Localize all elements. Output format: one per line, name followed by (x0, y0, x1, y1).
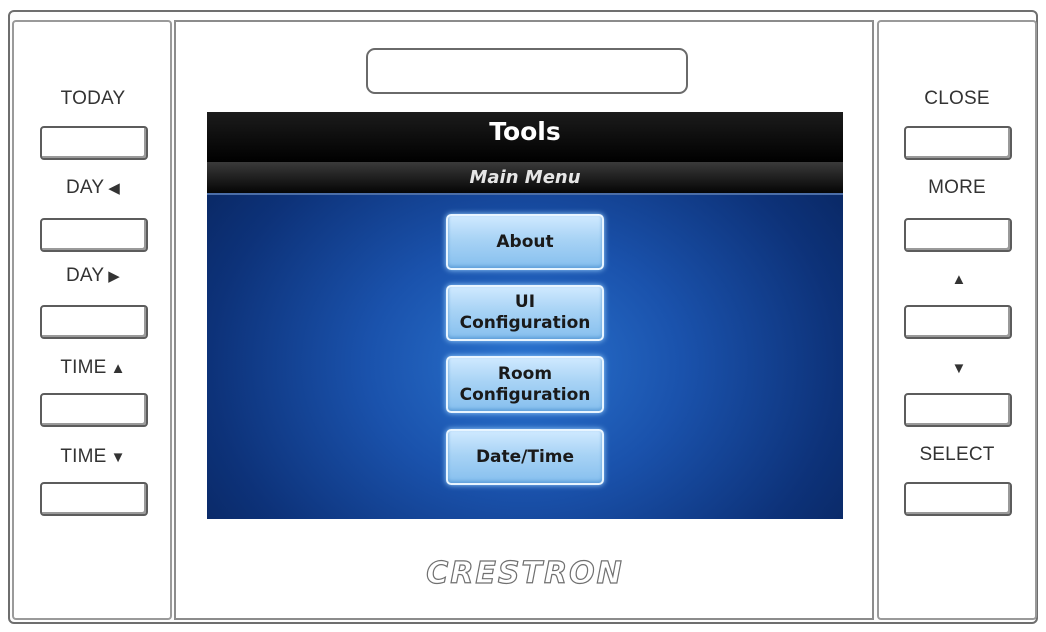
ir-window (366, 48, 688, 94)
arrow-down-icon: ▼ (110, 449, 126, 466)
more-label: MORE (928, 177, 986, 198)
today-label: TODAY (60, 88, 126, 109)
arrow-right-icon: ▶ (108, 268, 120, 285)
arrow-up-icon: ▲ (110, 360, 126, 377)
crestron-logo: CRESTRON (426, 555, 624, 591)
time-down-button[interactable] (40, 482, 148, 516)
page-subtitle: Main Menu (207, 162, 843, 195)
down-button[interactable] (904, 393, 1012, 427)
room-configuration-button[interactable]: Room Configuration (446, 356, 604, 413)
time-up-label: TIME ▲ (60, 357, 126, 378)
arrow-down-icon: ▼ (951, 360, 967, 377)
screen-header: Tools (207, 112, 843, 162)
time-up-button[interactable] (40, 393, 148, 427)
about-button[interactable]: About (446, 214, 604, 270)
down-label: ▼ (882, 357, 1032, 379)
close-button[interactable] (904, 126, 1012, 160)
ui-configuration-button[interactable]: UI Configuration (446, 285, 604, 341)
touch-screen: Tools Main Menu About UI Configuration R… (207, 112, 843, 519)
time-down-label: TIME ▼ (60, 446, 126, 467)
day-next-label: DAY ▶ (65, 265, 120, 286)
up-label: ▲ (882, 268, 1032, 290)
day-prev-label: DAY ◀ (65, 177, 120, 198)
day-next-button[interactable] (40, 305, 148, 339)
select-label: SELECT (919, 444, 995, 465)
up-button[interactable] (904, 305, 1012, 339)
select-button[interactable] (904, 482, 1012, 516)
date-time-button[interactable]: Date/Time (446, 429, 604, 485)
close-label: CLOSE (924, 88, 990, 109)
page-title: Tools (489, 117, 561, 146)
arrow-left-icon: ◀ (108, 180, 120, 197)
arrow-up-icon: ▲ (951, 271, 967, 288)
today-button[interactable] (40, 126, 148, 160)
day-prev-button[interactable] (40, 218, 148, 252)
more-button[interactable] (904, 218, 1012, 252)
